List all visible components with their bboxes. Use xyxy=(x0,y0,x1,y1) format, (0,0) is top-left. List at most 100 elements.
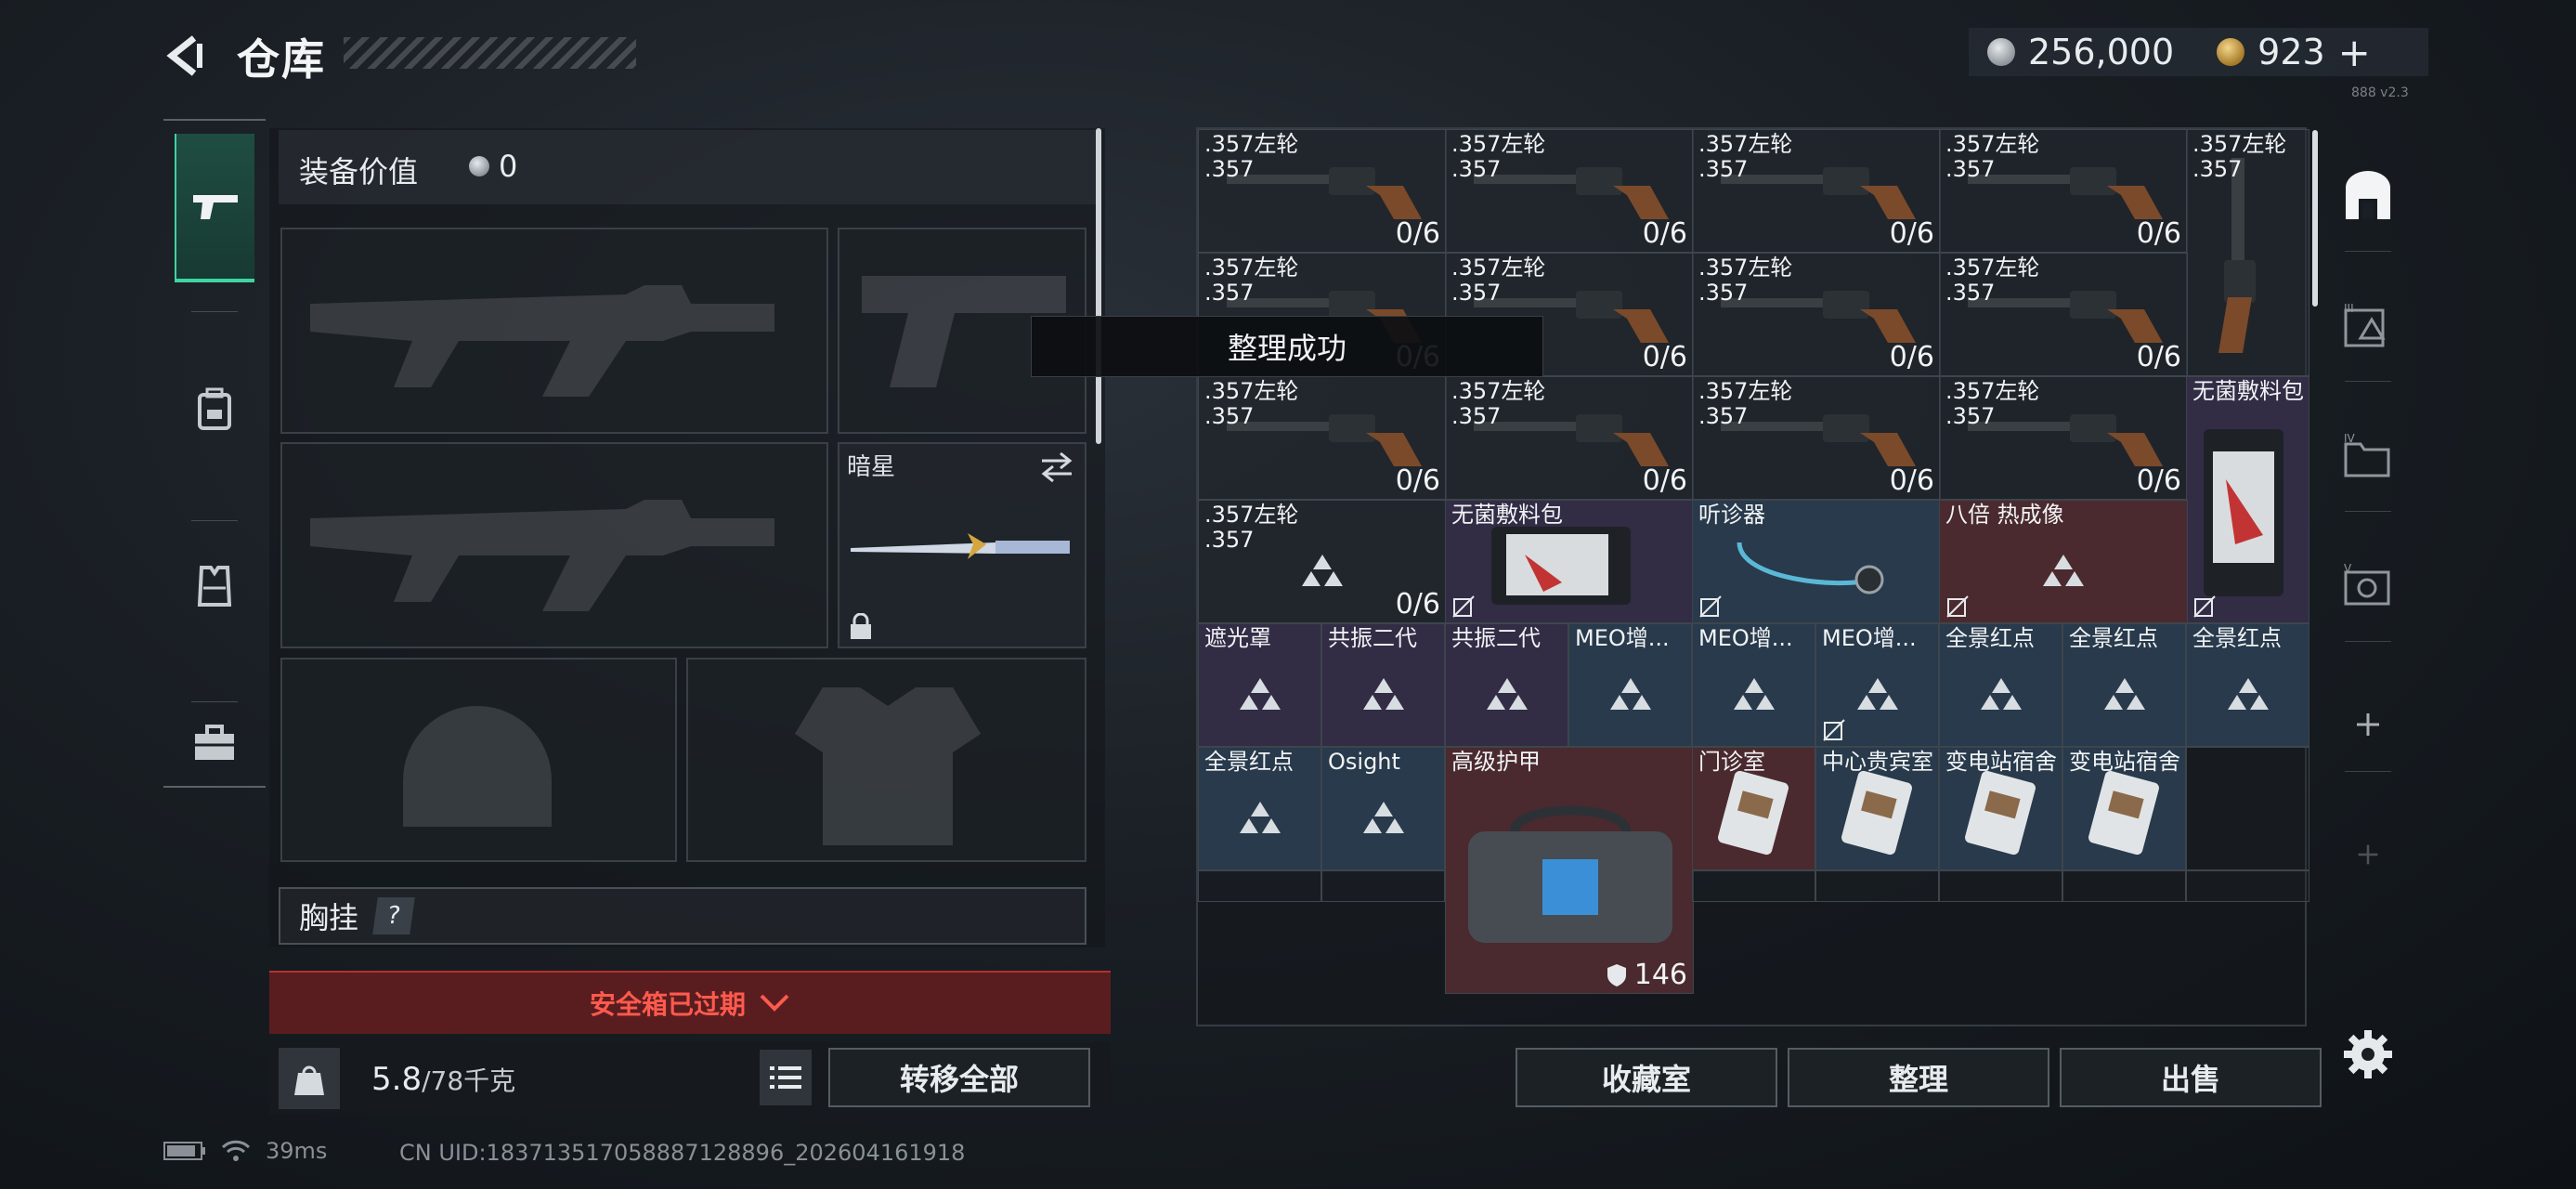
vault-button[interactable]: 收藏室 xyxy=(1516,1048,1777,1107)
storage-item[interactable]: .357左轮 .357 0/6 xyxy=(1445,376,1694,500)
unidentified-item-icon xyxy=(2103,677,2145,710)
storage-item[interactable]: 共振二代 xyxy=(1321,623,1445,747)
uid-text: CN UID:18371351705888712889­6_2026041619… xyxy=(399,1140,966,1166)
storage-item[interactable]: 遮光罩 xyxy=(1198,623,1321,747)
safe-box-alert[interactable]: 安全箱已过期 xyxy=(269,971,1111,1034)
storage-item[interactable]: 全景红点 xyxy=(2062,623,2186,747)
storage-item[interactable]: 全景红点 xyxy=(2186,623,2309,747)
list-view-button[interactable] xyxy=(760,1050,812,1105)
item-name: .357左轮 .357 xyxy=(1698,131,1793,182)
tab-storage-main[interactable] xyxy=(2326,158,2410,232)
storage-item[interactable]: 听诊器 xyxy=(1692,500,1941,623)
item-ammo-count: 0/6 xyxy=(1889,341,1934,373)
storage-item[interactable]: MEO增... xyxy=(1815,623,1939,747)
item-name: 全景红点 xyxy=(1945,625,2035,651)
tab-backpack[interactable] xyxy=(175,334,254,483)
tab-storage-5[interactable]: V xyxy=(2326,548,2410,622)
item-name: MEO增... xyxy=(1698,625,1793,651)
wifi-icon xyxy=(221,1140,251,1161)
storage-item[interactable]: 全景红点 xyxy=(1939,623,2062,747)
item-name: 全景红点 xyxy=(1204,749,1294,775)
unidentified-item-icon xyxy=(1362,677,1404,710)
toast-message: 整理成功 xyxy=(1031,316,1543,377)
storage-item[interactable]: .357左轮 .357 0/6 xyxy=(1939,376,2188,500)
sell-button[interactable]: 出售 xyxy=(2060,1048,2322,1107)
storage-item[interactable]: .357左轮 .357 0/6 xyxy=(1939,253,2188,376)
back-button[interactable] xyxy=(158,28,214,84)
storage-item[interactable]: .357左轮 .357 0/6 xyxy=(1198,376,1447,500)
silver-coin-icon xyxy=(469,156,489,176)
gold-coin-icon xyxy=(2217,38,2245,66)
storage-item[interactable]: .357左轮 .357 0/6 xyxy=(1445,129,1694,253)
helmet-silhouette-icon xyxy=(403,706,552,827)
storage-item[interactable]: 变电站宿舍 xyxy=(1939,747,2062,870)
organize-button[interactable]: 整理 xyxy=(1788,1048,2049,1107)
svg-text:IV: IV xyxy=(2344,432,2356,445)
tab-storage-3[interactable]: III xyxy=(2326,288,2410,362)
tab-toolbox[interactable] xyxy=(175,669,254,817)
swap-icon[interactable] xyxy=(1038,451,1075,483)
storage-item[interactable]: .357左轮 .357 0/6 xyxy=(1692,253,1941,376)
storage-item[interactable]: .357左轮 .357 0/6 xyxy=(1198,129,1447,253)
storage-item[interactable]: 门诊室 xyxy=(1692,747,1815,870)
storage-item[interactable]: .357左轮 .357 xyxy=(2186,129,2309,376)
version-label: 888 v2.3 xyxy=(2351,85,2409,100)
add-storage-button-2[interactable] xyxy=(2326,817,2410,892)
primary-weapon-slot-2[interactable] xyxy=(280,442,828,648)
armor-slot[interactable] xyxy=(686,658,1086,862)
equipment-value-amount: 0 xyxy=(499,149,518,184)
weight-max: /78千克 xyxy=(422,1065,516,1096)
equipment-value-label: 装备价值 xyxy=(299,154,419,189)
empty-storage-slot[interactable] xyxy=(1815,870,1939,902)
rifle-silhouette-icon xyxy=(310,500,774,611)
empty-storage-slot[interactable] xyxy=(1692,870,1815,902)
storage-item[interactable]: 无菌敷料包 xyxy=(2186,376,2309,623)
empty-storage-slot[interactable] xyxy=(2186,870,2309,902)
item-name: .357左轮 .357 xyxy=(2192,131,2287,182)
left-nav xyxy=(163,119,266,788)
storage-scrollbar[interactable] xyxy=(2312,130,2318,307)
unidentified-item-icon xyxy=(1362,801,1404,833)
storage-item[interactable]: MEO增... xyxy=(1692,623,1815,747)
chevron-down-icon xyxy=(760,994,789,1012)
battery-icon xyxy=(163,1142,205,1160)
equipment-scrollbar[interactable] xyxy=(1096,128,1101,444)
storage-item[interactable]: .357左轮 .357 0/6 xyxy=(1198,500,1447,623)
unidentified-item-icon xyxy=(2227,677,2269,710)
item-name: 变电站宿舍 xyxy=(2069,749,2180,775)
storage-item[interactable]: 共振二代 xyxy=(1445,623,1568,747)
add-gold-button[interactable]: + xyxy=(2338,30,2371,75)
help-icon[interactable]: ? xyxy=(372,897,415,934)
storage-item[interactable]: .357左轮 .357 0/6 xyxy=(1692,129,1941,253)
primary-weapon-slot-1[interactable] xyxy=(280,228,828,434)
empty-storage-slot[interactable] xyxy=(1939,870,2062,902)
storage-tier-4-icon: IV xyxy=(2344,432,2390,477)
storage-item[interactable]: Osight xyxy=(1321,747,1445,870)
tab-vest[interactable] xyxy=(175,511,254,660)
empty-storage-slot[interactable] xyxy=(2186,747,2309,870)
item-ammo-count: 0/6 xyxy=(2136,341,2181,373)
storage-item[interactable]: .357左轮 .357 0/6 xyxy=(1939,129,2188,253)
empty-storage-slot[interactable] xyxy=(1321,870,1445,902)
settings-button[interactable] xyxy=(2340,1026,2396,1082)
melee-slot[interactable]: 暗星 xyxy=(838,442,1086,648)
storage-item[interactable]: 无菌敷料包 xyxy=(1445,500,1694,623)
item-name: 无菌敷料包 xyxy=(2192,378,2304,404)
storage-item[interactable]: .357左轮 .357 0/6 xyxy=(1692,376,1941,500)
storage-item[interactable]: 中心贵宾室 xyxy=(1815,747,1939,870)
storage-tier-3-icon: III xyxy=(2344,302,2386,347)
add-storage-button[interactable] xyxy=(2326,687,2410,762)
empty-storage-slot[interactable] xyxy=(2062,870,2186,902)
storage-item[interactable]: 全景红点 xyxy=(1198,747,1321,870)
transfer-all-button[interactable]: 转移全部 xyxy=(828,1048,1090,1107)
chest-rig-slot[interactable]: 胸挂 ? xyxy=(279,887,1086,945)
item-name: 高级护甲 xyxy=(1451,749,1541,775)
storage-item[interactable]: 八倍 热成像 xyxy=(1939,500,2188,623)
storage-item[interactable]: MEO增... xyxy=(1568,623,1692,747)
helmet-slot[interactable] xyxy=(280,658,677,862)
storage-item[interactable]: 变电站宿舍 xyxy=(2062,747,2186,870)
tab-storage-4[interactable]: IV xyxy=(2326,418,2410,492)
tab-weapons[interactable] xyxy=(175,134,254,282)
storage-item[interactable]: 高级护甲 146 xyxy=(1445,747,1694,994)
empty-storage-slot[interactable] xyxy=(1198,870,1321,902)
